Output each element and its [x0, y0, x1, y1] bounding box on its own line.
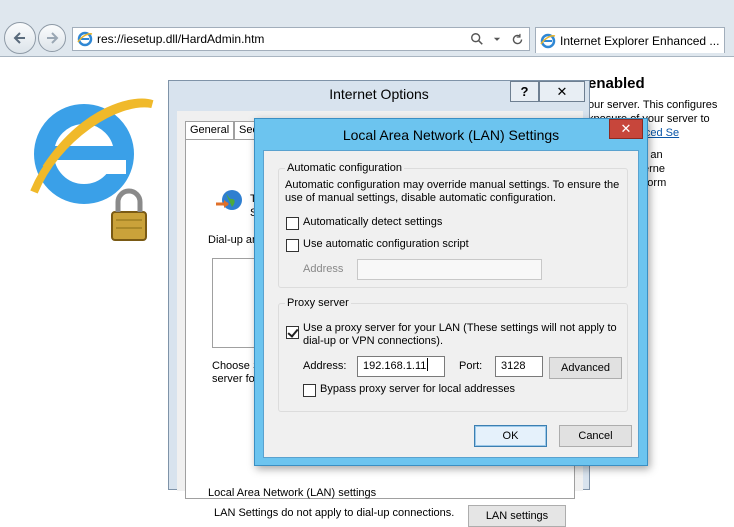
arrow-right-icon [47, 32, 59, 44]
address-bar[interactable]: res://iesetup.dll/HardAdmin.htm [72, 27, 530, 51]
tab-title: Internet Explorer Enhanced ... [560, 33, 720, 48]
proxy-address-input[interactable]: 192.168.1.11 [357, 356, 445, 377]
auto-detect-checkbox[interactable] [286, 217, 299, 230]
lan-section-label: Local Area Network (LAN) settings [208, 487, 377, 499]
dropdown-arrow-icon[interactable] [489, 31, 505, 47]
group-legend: Proxy server [285, 297, 351, 309]
cancel-button[interactable]: Cancel [559, 425, 632, 447]
proxy-address-label: Address: [303, 360, 347, 372]
proxy-port-label: Port: [459, 360, 483, 372]
help-button[interactable]: ? [510, 81, 539, 102]
ie-page-icon [77, 31, 93, 47]
browser-chrome: res://iesetup.dll/HardAdmin.htm Internet… [0, 0, 734, 57]
close-button[interactable]: ✕ [539, 81, 585, 102]
refresh-icon[interactable] [509, 31, 525, 47]
auto-config-description: Automatic configuration may override man… [285, 179, 620, 204]
dialog-title: Local Area Network (LAN) Settings [342, 127, 560, 143]
auto-detect-label[interactable]: Automatically detect settings [303, 216, 442, 228]
advanced-button[interactable]: Advanced [549, 357, 622, 379]
page-title: enabled [588, 75, 645, 92]
page-line: our server. This configures [588, 99, 718, 111]
ie-page-icon [540, 33, 556, 48]
lan-section-text: LAN Settings do not apply to dial-up con… [214, 507, 454, 519]
lan-settings-button[interactable]: LAN settings [468, 505, 566, 527]
use-proxy-label[interactable]: Use a proxy server for your LAN (These s… [303, 322, 617, 348]
ie-logo-lock-icon [30, 98, 154, 241]
auto-config-script-label[interactable]: Use automatic configuration script [303, 238, 469, 250]
text-caret [427, 358, 429, 371]
close-button[interactable]: ✕ [609, 119, 643, 139]
ok-button[interactable]: OK [474, 425, 547, 447]
use-proxy-checkbox[interactable] [286, 326, 299, 339]
browser-tab[interactable]: Internet Explorer Enhanced ... [535, 27, 725, 53]
group-legend: Automatic configuration [285, 162, 404, 174]
proxy-server-group: Proxy server Use a proxy server for your… [278, 297, 628, 412]
script-address-input[interactable] [357, 259, 542, 280]
address-input[interactable]: res://iesetup.dll/HardAdmin.htm [97, 32, 469, 46]
bypass-local-label[interactable]: Bypass proxy server for local addresses [320, 383, 515, 395]
script-address-label: Address [303, 263, 344, 275]
arrow-left-icon [13, 32, 25, 44]
bypass-local-checkbox[interactable] [303, 384, 316, 397]
lan-settings-dialog: Local Area Network (LAN) Settings ✕ Auto… [254, 118, 648, 466]
dialog-body: Automatic configuration Automatic config… [263, 150, 639, 458]
tab-general[interactable]: General [185, 121, 235, 140]
search-icon[interactable] [469, 31, 485, 47]
proxy-port-input[interactable]: 3128 [495, 356, 543, 377]
network-globe-icon [216, 190, 242, 210]
back-button[interactable] [4, 22, 36, 54]
auto-config-script-checkbox[interactable] [286, 239, 299, 252]
forward-button[interactable] [38, 24, 66, 52]
automatic-configuration-group: Automatic configuration Automatic config… [278, 162, 628, 288]
